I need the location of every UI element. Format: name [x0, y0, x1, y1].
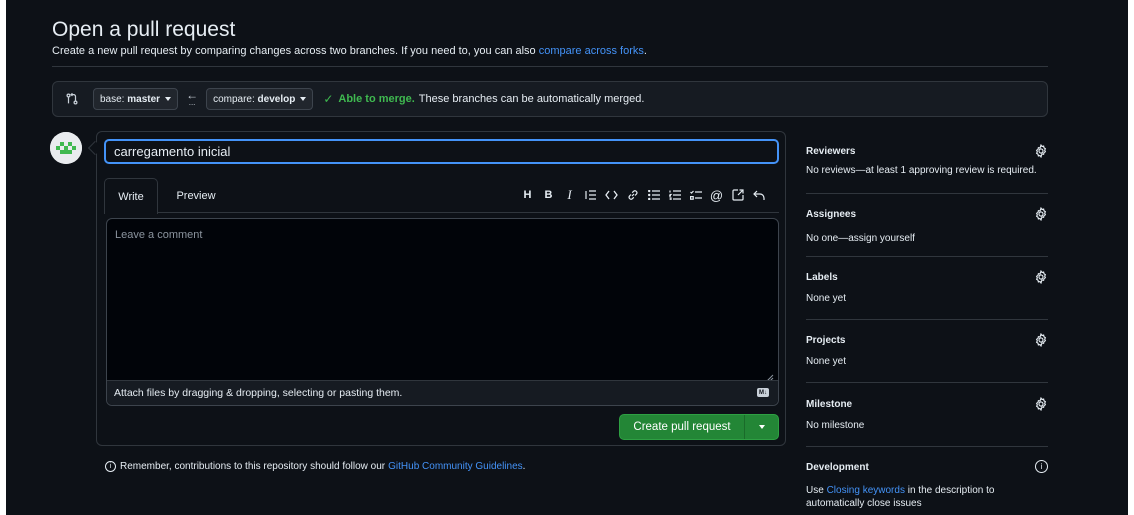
milestone-heading: Milestone [806, 399, 853, 410]
mention-icon[interactable]: @ [706, 186, 727, 204]
markdown-toolbar: H B I @ [517, 186, 769, 204]
italic-icon[interactable]: I [559, 186, 580, 204]
compare-branch-name: develop [257, 93, 296, 105]
header-divider [52, 66, 1048, 67]
chevron-down-icon [300, 97, 307, 101]
attach-files-text: Attach files by dragging & dropping, sel… [114, 387, 403, 399]
development-text-line2: automatically close issues [806, 498, 922, 509]
base-branch-name: master [127, 93, 161, 105]
base-branch-prefix: base: [100, 93, 125, 105]
undo-icon[interactable] [748, 186, 769, 204]
development-text-suffix: in the description to [907, 485, 995, 496]
bold-icon[interactable]: B [538, 186, 559, 204]
reminder-suffix: . [522, 461, 526, 472]
community-guidelines-link[interactable]: GitHub Community Guidelines [388, 461, 523, 472]
merge-status-message: These branches can be automatically merg… [418, 93, 645, 105]
chevron-down-icon [165, 97, 172, 101]
gear-icon[interactable] [1034, 144, 1048, 158]
create-pull-request-split-button: Create pull request [619, 414, 779, 440]
unordered-list-icon[interactable] [643, 186, 664, 204]
resize-handle-icon[interactable] [766, 369, 774, 382]
window-edge-left [0, 0, 6, 515]
reviewers-value: No reviews—at least 1 approving review i… [806, 165, 1037, 176]
comment-placeholder: Leave a comment [115, 229, 203, 241]
attach-files-bar[interactable]: Attach files by dragging & dropping, sel… [107, 380, 778, 405]
editor-tabs: Write Preview H B I @ [104, 178, 779, 214]
code-icon[interactable] [601, 186, 622, 204]
page-title: Open a pull request [52, 18, 236, 41]
arrow-left-icon: ←... [186, 88, 199, 107]
compare-across-forks-link[interactable]: compare across forks [539, 45, 644, 57]
subtitle-suffix: . [643, 45, 647, 57]
projects-heading: Projects [806, 335, 846, 346]
development-value: Use Closing keywords in the description … [806, 484, 994, 510]
quote-icon[interactable] [580, 186, 601, 204]
markdown-icon[interactable]: M↓ [757, 388, 769, 397]
create-options-dropdown[interactable] [745, 415, 778, 439]
check-icon: ✓ [323, 92, 334, 106]
development-heading: Development [806, 462, 869, 473]
compare-branch-prefix: compare: [213, 93, 255, 105]
info-icon: i [105, 461, 116, 472]
milestone-value: No milestone [806, 420, 865, 431]
page-subtitle: Create a new pull request by comparing c… [52, 45, 647, 57]
git-compare-icon [65, 91, 81, 107]
gear-icon[interactable] [1034, 397, 1048, 411]
heading-icon[interactable]: H [517, 186, 538, 204]
window-edge-right [1128, 0, 1134, 515]
compare-branch-select[interactable]: compare: develop [206, 88, 314, 110]
sidebar-projects: Projects None yet [806, 333, 1048, 383]
sidebar-milestone: Milestone No milestone [806, 397, 1048, 447]
reminder-text: Remember, contributions to this reposito… [120, 461, 386, 472]
ordered-list-icon[interactable] [664, 186, 685, 204]
merge-status: ✓ Able to merge. These branches can be a… [323, 92, 644, 106]
gear-icon[interactable] [1034, 333, 1048, 347]
labels-heading: Labels [806, 272, 838, 283]
gear-icon[interactable] [1034, 207, 1048, 221]
merge-status-label: Able to merge. [338, 93, 415, 105]
pr-title-input[interactable] [104, 139, 779, 164]
labels-value: None yet [806, 293, 847, 304]
assignees-value[interactable]: No one—assign yourself [806, 233, 915, 244]
branch-compare-bar: base: master ←... compare: develop ✓ Abl… [52, 81, 1048, 117]
reviewers-heading: Reviewers [806, 146, 856, 157]
info-icon[interactable]: i [1035, 460, 1048, 473]
closing-keywords-link[interactable]: Closing keywords [827, 485, 905, 496]
tab-write[interactable]: Write [104, 178, 158, 214]
link-icon[interactable] [622, 186, 643, 204]
sidebar-reviewers: Reviewers No reviews—at least 1 approvin… [806, 144, 1048, 194]
assignees-heading: Assignees [806, 209, 857, 220]
gear-icon[interactable] [1034, 270, 1048, 284]
create-pull-request-button[interactable]: Create pull request [620, 415, 745, 439]
sidebar-assignees: Assignees No one—assign yourself [806, 207, 1048, 257]
subtitle-text: Create a new pull request by comparing c… [52, 45, 536, 57]
reference-icon[interactable] [727, 186, 748, 204]
avatar[interactable] [50, 132, 82, 164]
comment-textarea[interactable]: Leave a comment Attach files by dragging… [106, 218, 779, 406]
base-branch-select[interactable]: base: master [93, 88, 179, 110]
tab-preview[interactable]: Preview [166, 178, 226, 213]
guidelines-reminder: i Remember, contributions to this reposi… [105, 461, 525, 472]
task-list-icon[interactable] [685, 186, 706, 204]
sidebar-development: Development i Use Closing keywords in th… [806, 460, 1048, 512]
chevron-down-icon [758, 425, 765, 429]
sidebar-labels: Labels None yet [806, 270, 1048, 320]
development-text-prefix: Use [806, 485, 824, 496]
projects-value: None yet [806, 356, 847, 367]
